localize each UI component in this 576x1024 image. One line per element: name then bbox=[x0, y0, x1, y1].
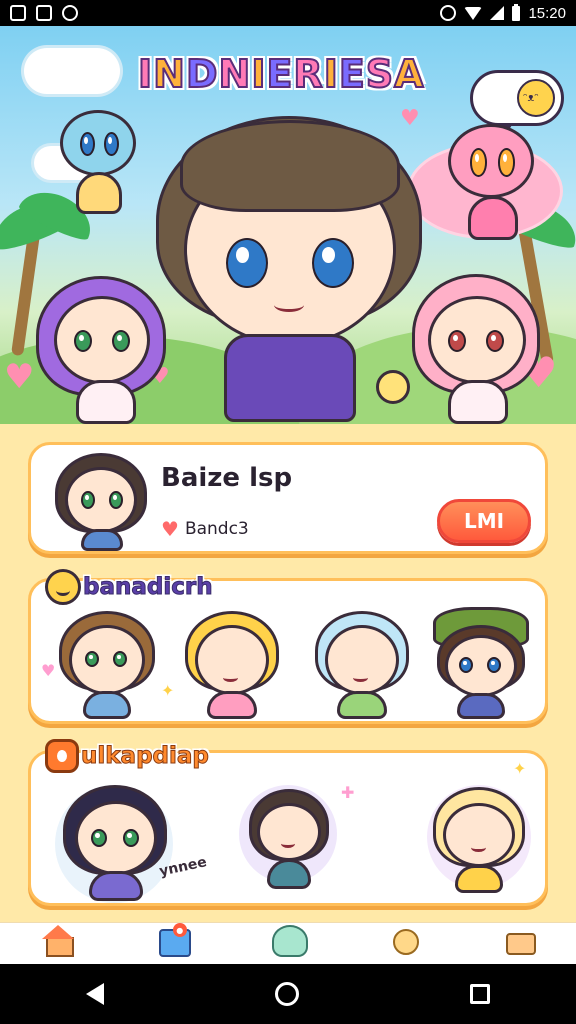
chick-mascot bbox=[376, 370, 412, 410]
friends-card: banadicrh ♥ ✦ bbox=[28, 569, 548, 724]
home-icon bbox=[41, 925, 74, 957]
nav-shop[interactable]: ● bbox=[115, 923, 230, 964]
player-card: Baize lsp ♥ Bandc3 LMI bbox=[28, 442, 548, 554]
recents-icon[interactable] bbox=[470, 984, 491, 1004]
heart-icon: ♥ bbox=[161, 517, 179, 541]
sparkle-decoration: ✦ bbox=[161, 681, 175, 700]
character-icon bbox=[272, 925, 308, 957]
status-bar: 15:20 bbox=[0, 0, 576, 26]
photo-icon bbox=[10, 5, 26, 21]
app-logo: INDNIERIESA bbox=[137, 51, 425, 97]
pink-creature-mascot bbox=[444, 118, 540, 248]
status-time: 15:20 bbox=[528, 4, 566, 22]
shop-icon: ● bbox=[157, 923, 191, 957]
friend-avatar[interactable] bbox=[177, 611, 287, 721]
battery-icon bbox=[512, 3, 521, 21]
blue-creature-mascot bbox=[56, 110, 140, 220]
sync-icon bbox=[62, 5, 78, 21]
alarm-icon bbox=[440, 5, 457, 21]
pink-hair-girl bbox=[412, 274, 544, 424]
player-subtitle: Bandc3 bbox=[184, 519, 249, 539]
notification-badge: ● bbox=[172, 923, 187, 937]
chat-icon bbox=[517, 79, 555, 117]
gallery-section-title: ulkapdiap bbox=[45, 739, 209, 773]
gallery-character[interactable] bbox=[427, 785, 531, 897]
back-icon[interactable] bbox=[85, 983, 104, 1005]
heart-decoration: ♥ bbox=[4, 357, 35, 397]
gallery-character[interactable] bbox=[55, 785, 181, 903]
player-status: ♥ Bandc3 bbox=[161, 517, 249, 541]
nav-home[interactable] bbox=[0, 923, 115, 964]
purple-hair-girl bbox=[36, 276, 168, 424]
player-name: Baize lsp bbox=[161, 463, 293, 493]
bottom-navigation: ● bbox=[0, 922, 576, 964]
friend-avatar[interactable] bbox=[51, 611, 161, 721]
cloud bbox=[24, 48, 120, 94]
friend-avatar[interactable] bbox=[307, 611, 417, 721]
system-navigation-bar bbox=[0, 964, 576, 1024]
friends-section-title: banadicrh bbox=[45, 569, 213, 605]
friend-avatar[interactable] bbox=[425, 607, 535, 721]
play-button[interactable]: LMI bbox=[437, 499, 531, 543]
badge-icon bbox=[45, 739, 79, 773]
gallery-card: ulkapdiap ynnee ✚ ✦ bbox=[28, 739, 548, 906]
player-avatar[interactable] bbox=[53, 453, 149, 551]
sparkle-decoration: ✦ bbox=[513, 759, 527, 778]
wifi-icon bbox=[464, 6, 483, 20]
home-circle-icon[interactable] bbox=[274, 982, 299, 1006]
nav-quest[interactable] bbox=[346, 923, 461, 964]
gallery-character[interactable] bbox=[239, 785, 339, 895]
quest-icon bbox=[387, 925, 420, 955]
more-icon bbox=[502, 925, 537, 955]
sparkle-decoration: ♥ bbox=[41, 661, 56, 680]
nav-more[interactable] bbox=[461, 923, 576, 964]
signal-icon bbox=[490, 6, 505, 20]
nav-character[interactable] bbox=[230, 923, 345, 964]
sparkle-decoration: ✚ bbox=[341, 783, 355, 802]
hero-banner: ♥ ♥ ♥ ♥ INDNIERIESA bbox=[0, 26, 576, 424]
smile-icon bbox=[45, 569, 81, 605]
app-icon bbox=[36, 5, 52, 21]
